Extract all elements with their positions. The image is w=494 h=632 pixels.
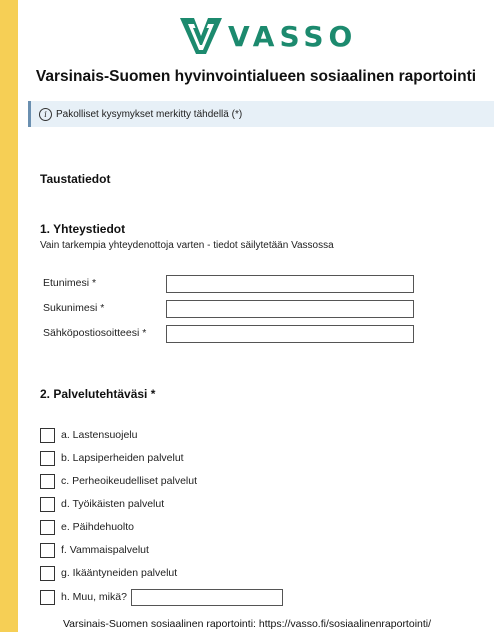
vasso-logo: VASSO bbox=[178, 14, 388, 58]
option-item[interactable]: g. Ikääntyneiden palvelut bbox=[40, 564, 177, 582]
email-label: Sähköpostiosoitteesi * bbox=[43, 327, 147, 339]
email-input[interactable] bbox=[166, 325, 414, 343]
page-subtitle: Varsinais-Suomen hyvinvointialueen sosia… bbox=[35, 68, 477, 85]
checkbox[interactable] bbox=[40, 427, 55, 443]
option-item[interactable]: a. Lastensuojelu bbox=[40, 426, 137, 444]
option-item[interactable]: b. Lapsiperheiden palvelut bbox=[40, 449, 184, 467]
question-2-title: 2. Palvelutehtäväsi * bbox=[40, 387, 156, 401]
option-item[interactable]: d. Työikäisten palvelut bbox=[40, 495, 164, 513]
vasso-logo-icon bbox=[180, 18, 222, 54]
checkbox[interactable] bbox=[40, 565, 55, 581]
checkbox[interactable] bbox=[40, 496, 55, 512]
last-name-label: Sukunimesi * bbox=[43, 302, 105, 314]
section-title: Taustatiedot bbox=[40, 172, 111, 186]
footer-caption: Varsinais-Suomen sosiaalinen raportointi… bbox=[62, 618, 432, 630]
brand-name: VASSO bbox=[228, 19, 358, 53]
checkbox[interactable] bbox=[40, 450, 55, 466]
checkbox[interactable] bbox=[40, 589, 55, 605]
last-name-input[interactable] bbox=[166, 300, 414, 318]
question-1-description: Vain tarkempia yhteydenottoja varten - t… bbox=[40, 240, 334, 251]
form-page: VASSO Varsinais-Suomen hyvinvointialueen… bbox=[18, 0, 494, 632]
option-item[interactable]: e. Päihdehuolto bbox=[40, 518, 134, 536]
other-text-input[interactable] bbox=[130, 588, 283, 606]
checkbox[interactable] bbox=[40, 473, 55, 489]
first-name-input[interactable] bbox=[166, 275, 414, 293]
checkbox[interactable] bbox=[40, 542, 55, 558]
info-text: Pakolliset kysymykset merkitty tähdellä … bbox=[56, 108, 243, 120]
question-1-title: 1. Yhteystiedot bbox=[40, 222, 126, 236]
option-item[interactable]: f. Vammaispalvelut bbox=[40, 541, 149, 559]
checkbox[interactable] bbox=[40, 519, 55, 535]
info-banner: i Pakolliset kysymykset merkitty tähdell… bbox=[28, 101, 494, 127]
first-name-label: Etunimesi * bbox=[43, 277, 97, 289]
info-icon: i bbox=[39, 107, 52, 121]
option-item[interactable]: c. Perheoikeudelliset palvelut bbox=[40, 472, 197, 490]
option-item-other[interactable]: h. Muu, mikä? bbox=[40, 588, 283, 606]
